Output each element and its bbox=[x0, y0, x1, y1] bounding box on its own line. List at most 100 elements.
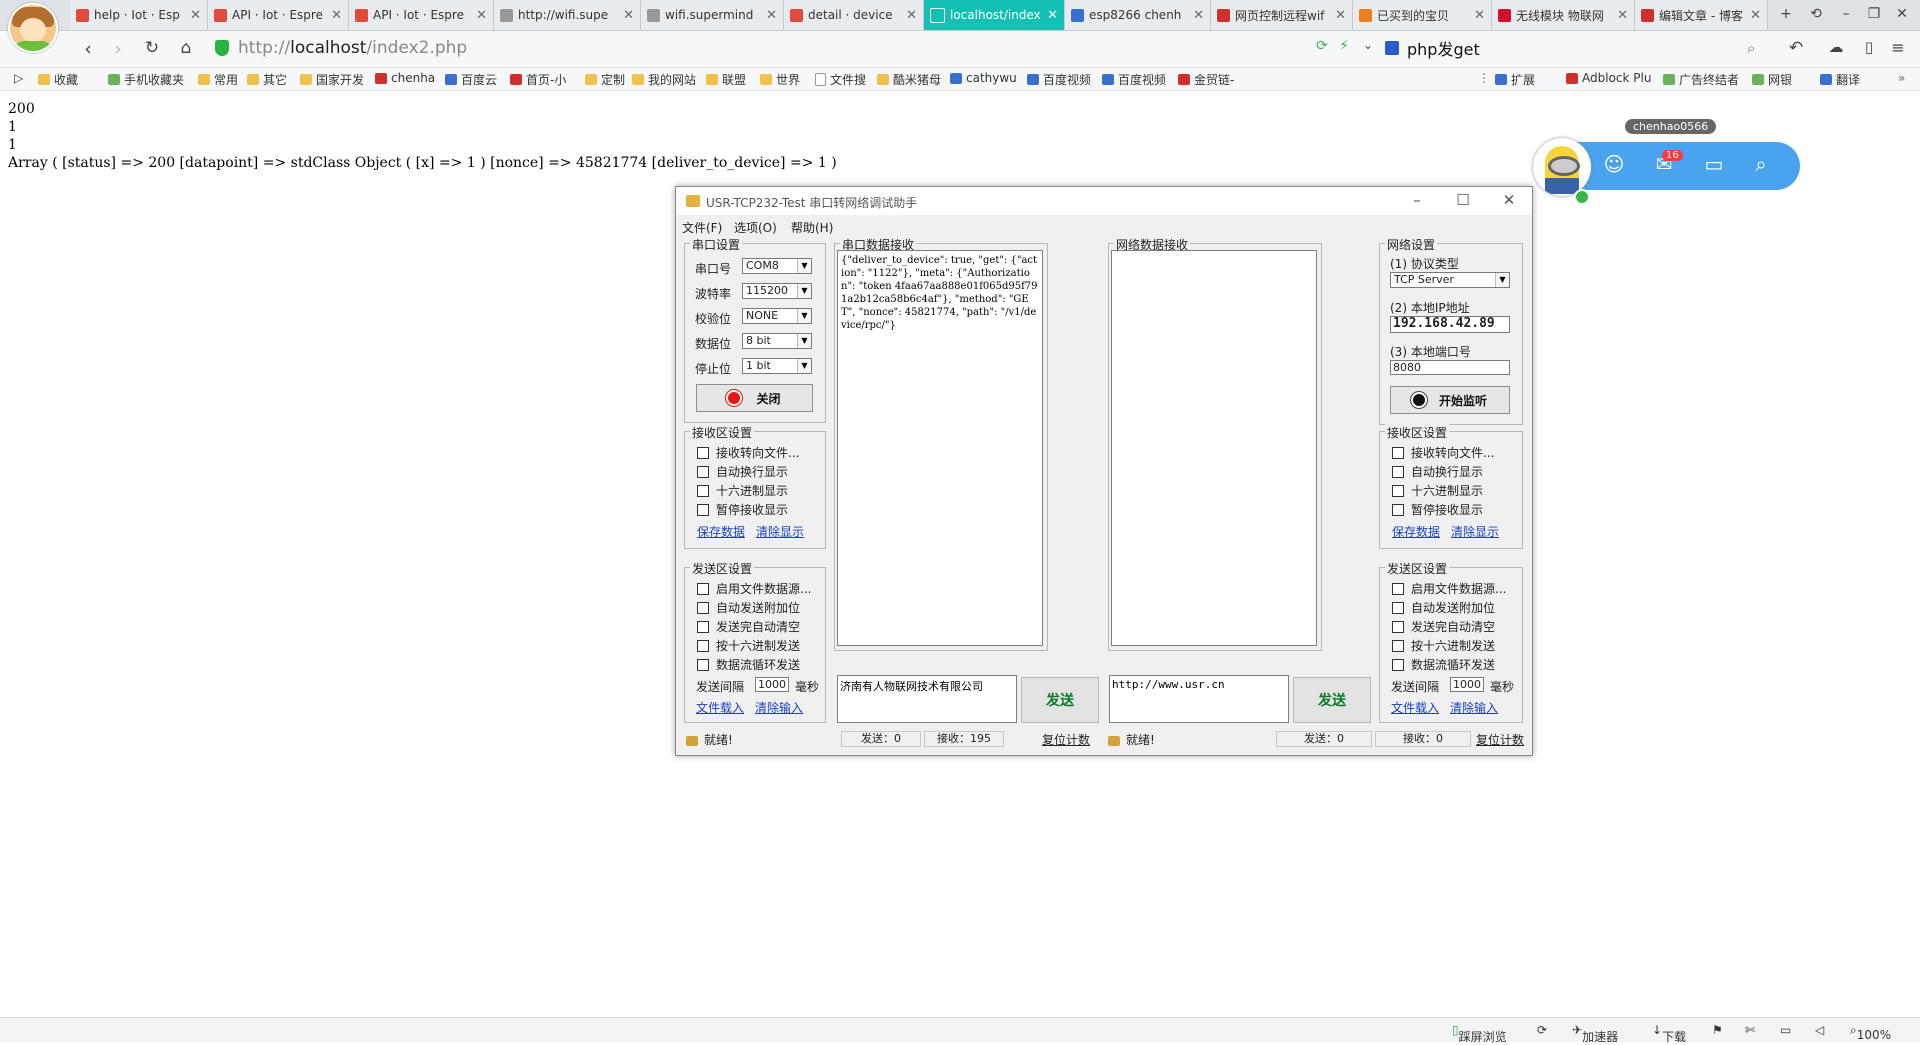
browser-tab[interactable]: 已买到的宝贝 ✕ bbox=[1353, 0, 1492, 30]
auto-wrap-checkbox[interactable]: 自动换行显示 bbox=[1392, 463, 1483, 480]
chat-icon[interactable]: ☺ bbox=[1600, 152, 1628, 176]
clear-display-link[interactable]: 清除显示 bbox=[756, 523, 804, 540]
menu-options[interactable]: 选项(O) bbox=[734, 219, 777, 236]
save-data-link[interactable]: 保存数据 bbox=[697, 523, 745, 540]
bookmark-item[interactable]: chenha bbox=[375, 71, 435, 85]
browser-tab[interactable]: wifi.supermind ✕ bbox=[641, 0, 784, 30]
extension-item[interactable]: 扩展 bbox=[1495, 71, 1535, 88]
flag-icon[interactable]: ⚑ bbox=[1712, 1023, 1723, 1037]
file-load-link[interactable]: 文件载入 bbox=[696, 699, 744, 716]
close-tab-icon[interactable]: ✕ bbox=[906, 8, 917, 23]
serial-send-textarea[interactable]: 济南有人物联网技术有限公司 bbox=[837, 675, 1017, 723]
browser-tab[interactable]: API · Iot · Espre ✕ bbox=[208, 0, 349, 30]
browser-tab[interactable]: help · Iot · Esp ✕ bbox=[70, 0, 208, 30]
home-icon[interactable]: ⌂ bbox=[174, 38, 198, 58]
serial-send-button[interactable]: 发送 bbox=[1021, 677, 1099, 723]
close-tab-icon[interactable]: ✕ bbox=[1750, 8, 1761, 23]
interval-input[interactable]: 1000 bbox=[755, 677, 789, 692]
reload-icon[interactable]: ↻ bbox=[140, 38, 164, 58]
serial-recv-textarea[interactable]: {"deliver_to_device": true, "get": {"act… bbox=[837, 250, 1043, 646]
chevron-down-icon[interactable]: ⌄ bbox=[1356, 38, 1380, 52]
minimize-button[interactable]: – bbox=[1402, 191, 1432, 209]
lightning-icon[interactable]: ⚡ bbox=[1332, 38, 1356, 54]
search-icon[interactable]: ⌕ bbox=[1747, 152, 1775, 176]
network-send-textarea[interactable]: http://www.usr.cn bbox=[1109, 675, 1289, 723]
browser-tab[interactable]: 编辑文章 - 博客 ✕ bbox=[1635, 0, 1768, 30]
bookmark-item[interactable]: 其它 bbox=[247, 71, 287, 88]
bookmark-item[interactable]: 金贸链- bbox=[1178, 71, 1234, 88]
cloud-icon[interactable]: ☁ bbox=[1824, 38, 1848, 56]
clear-input-link[interactable]: 清除输入 bbox=[1450, 699, 1498, 716]
minimize-window-button[interactable]: – bbox=[1834, 6, 1858, 22]
stopbits-select[interactable]: 1 bit ▼ bbox=[742, 358, 812, 374]
bookmark-item[interactable]: 百度云 bbox=[445, 71, 497, 88]
phone-icon[interactable]: ▯ bbox=[1857, 38, 1881, 56]
file-source-checkbox[interactable]: 启用文件数据源... bbox=[1392, 580, 1506, 597]
restore-tabs-icon[interactable]: ⟲ bbox=[1804, 6, 1828, 22]
forward-icon[interactable]: › bbox=[106, 38, 130, 60]
refresh-speed-icon[interactable]: ⟳ bbox=[1310, 38, 1334, 54]
accelerator-button[interactable]: ✈ 加速器 bbox=[1572, 1023, 1618, 1044]
save-data-link[interactable]: 保存数据 bbox=[1392, 523, 1440, 540]
bookmark-item[interactable]: 酷米猪母 bbox=[877, 71, 941, 88]
close-tab-icon[interactable]: ✕ bbox=[331, 8, 342, 23]
browser-tab[interactable]: esp8266 chenh ✕ bbox=[1065, 0, 1211, 30]
extension-item[interactable]: Adblock Plu bbox=[1566, 71, 1651, 85]
hex-display-checkbox[interactable]: 十六进制显示 bbox=[697, 482, 788, 499]
browser-tab[interactable]: http://wifi.supe ✕ bbox=[494, 0, 641, 30]
pause-recv-checkbox[interactable]: 暂停接收显示 bbox=[697, 501, 788, 518]
search-input[interactable]: php发get ⌕ bbox=[1385, 35, 1755, 61]
undo-icon[interactable]: ↶ bbox=[1784, 38, 1808, 58]
file-source-checkbox[interactable]: 启用文件数据源... bbox=[697, 580, 811, 597]
safe-browse-button[interactable]: ▯ 踩屏浏览 bbox=[1452, 1023, 1507, 1044]
bookmark-item[interactable]: 收藏 bbox=[38, 71, 78, 88]
baud-select[interactable]: 115200 ▼ bbox=[742, 283, 812, 299]
back-icon[interactable]: ‹ bbox=[76, 38, 100, 60]
bookmark-item[interactable]: 世界 bbox=[760, 71, 800, 88]
close-tab-icon[interactable]: ✕ bbox=[1047, 8, 1058, 23]
more-bookmarks-icon[interactable]: ⋮ bbox=[1478, 71, 1490, 85]
close-tab-icon[interactable]: ✕ bbox=[1474, 8, 1485, 23]
bookmark-item[interactable]: 百度视频 bbox=[1027, 71, 1091, 88]
loop-send-checkbox[interactable]: 数据流循环发送 bbox=[697, 656, 800, 673]
bookmark-item[interactable]: 国家开发 bbox=[300, 71, 364, 88]
menu-help[interactable]: 帮助(H) bbox=[791, 219, 833, 236]
browser-tab[interactable]: API · Iot · Espre ✕ bbox=[349, 0, 494, 30]
bookmark-item[interactable]: 常用 bbox=[198, 71, 238, 88]
hex-send-checkbox[interactable]: 按十六进制发送 bbox=[1392, 637, 1495, 654]
sync-icon[interactable]: ⟳ bbox=[1537, 1023, 1547, 1037]
browser-tab[interactable]: detail · device ✕ bbox=[784, 0, 924, 30]
search-icon[interactable]: ⌕ bbox=[1747, 39, 1755, 57]
maximize-button[interactable]: ☐ bbox=[1448, 191, 1478, 209]
sidebar-toggle-icon[interactable]: ▷ bbox=[14, 71, 23, 85]
maximize-window-button[interactable]: ❐ bbox=[1862, 6, 1886, 22]
recv-to-file-checkbox[interactable]: 接收转向文件... bbox=[697, 444, 799, 461]
close-tab-icon[interactable]: ✕ bbox=[476, 8, 487, 23]
close-tab-icon[interactable]: ✕ bbox=[766, 8, 777, 23]
file-load-link[interactable]: 文件载入 bbox=[1391, 699, 1439, 716]
browser-tab[interactable]: 无线模块 物联网 ✕ bbox=[1492, 0, 1635, 30]
parity-select[interactable]: NONE ▼ bbox=[742, 308, 812, 324]
window-icon[interactable]: ▭ bbox=[1700, 152, 1728, 176]
loop-send-checkbox[interactable]: 数据流循环发送 bbox=[1392, 656, 1495, 673]
bookmark-item[interactable]: 文件搜 bbox=[815, 71, 866, 88]
menu-file[interactable]: 文件(F) bbox=[682, 219, 722, 236]
widget-avatar[interactable] bbox=[1533, 138, 1591, 196]
hex-display-checkbox[interactable]: 十六进制显示 bbox=[1392, 482, 1483, 499]
close-tab-icon[interactable]: ✕ bbox=[1335, 8, 1346, 23]
network-recv-textarea[interactable] bbox=[1111, 250, 1317, 646]
auto-wrap-checkbox[interactable]: 自动换行显示 bbox=[697, 463, 788, 480]
user-avatar[interactable] bbox=[8, 3, 58, 53]
bookmark-item[interactable]: 联盟 bbox=[706, 71, 746, 88]
bookmark-item[interactable]: cathywu bbox=[950, 71, 1017, 85]
bookmark-item[interactable]: 我的网站 bbox=[632, 71, 696, 88]
close-tab-icon[interactable]: ✕ bbox=[623, 8, 634, 23]
close-button[interactable]: ✕ bbox=[1494, 191, 1524, 209]
bookmark-item[interactable]: 手机收藏夹 bbox=[108, 71, 184, 88]
speaker-icon[interactable]: ◁ bbox=[1815, 1023, 1824, 1037]
interval-input[interactable]: 1000 bbox=[1450, 677, 1484, 692]
window-icon[interactable]: ▭ bbox=[1780, 1023, 1791, 1037]
download-button[interactable]: ↓ 下载 bbox=[1652, 1023, 1686, 1044]
serial-reset-count[interactable]: 复位计数 bbox=[1042, 731, 1090, 749]
close-window-button[interactable]: ✕ bbox=[1890, 6, 1914, 22]
